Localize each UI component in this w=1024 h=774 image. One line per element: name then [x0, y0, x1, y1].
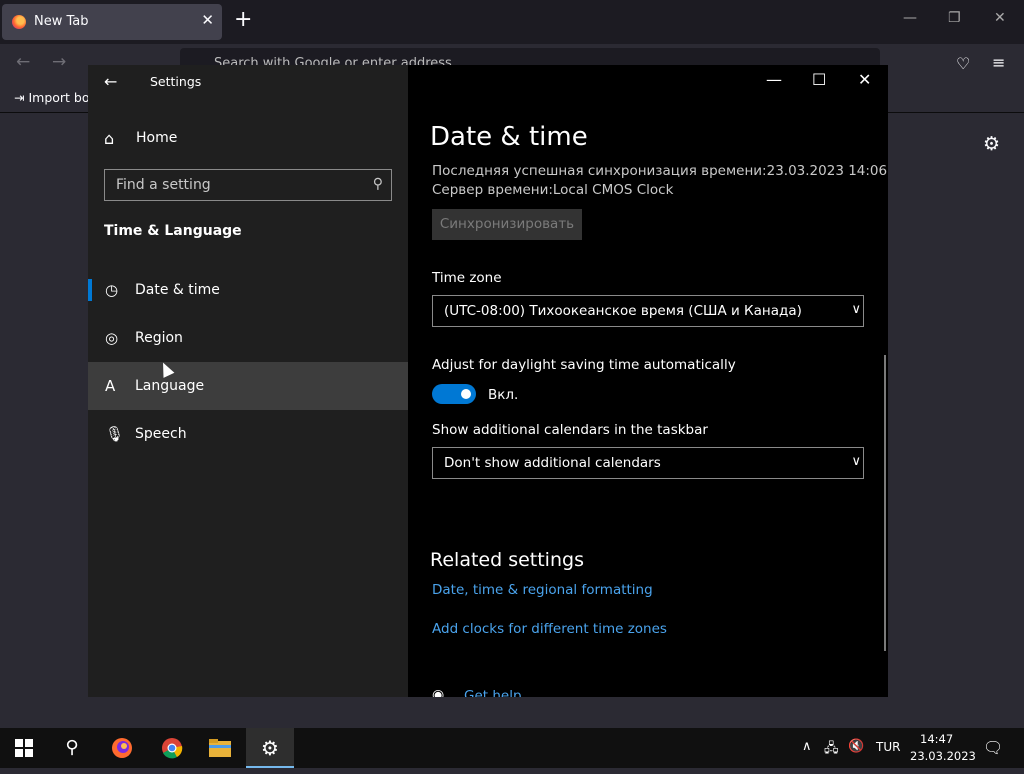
taskbar: ⚲ ⚙ ∧ 🖧 🔇 TUR 14:47 23.03.2023 🗨 — [0, 728, 1024, 768]
browser-tab-title: New Tab — [34, 14, 89, 29]
volume-muted-icon[interactable]: 🔇 — [848, 739, 864, 754]
taskbar-firefox[interactable] — [98, 728, 146, 768]
help-chat-icon: ◉ — [432, 687, 445, 697]
browser-back-icon[interactable]: ← — [16, 52, 30, 72]
calendars-dropdown[interactable]: Don't show additional calendars ∨ — [432, 447, 864, 479]
regional-formatting-link[interactable]: Date, time & regional formatting — [432, 582, 653, 598]
page-title: Date & time — [430, 122, 588, 152]
calendars-label: Show additional calendars in the taskbar — [432, 422, 708, 438]
chevron-down-icon: ∨ — [851, 454, 861, 469]
time-server-text: Сервер времени:Local CMOS Clock — [432, 182, 674, 198]
browser-tab-bar: New Tab ✕ + — ❐ ✕ — [0, 0, 1024, 44]
gear-icon: ⚙ — [261, 736, 279, 760]
taskbar-settings[interactable]: ⚙ — [246, 728, 294, 768]
windows-logo-icon — [15, 739, 33, 757]
settings-search-input[interactable]: Find a setting ⚲ — [104, 169, 392, 201]
sidebar-item-label: Region — [135, 330, 183, 346]
timezone-dropdown[interactable]: (UTC-08:00) Тихоокеанское время (США и К… — [432, 295, 864, 327]
import-bookmarks-label: Import bo — [28, 90, 90, 105]
tab-close-icon[interactable]: ✕ — [201, 11, 214, 29]
pocket-icon[interactable]: ♡ — [956, 54, 970, 73]
sidebar-item-speech[interactable]: 🎙 Speech — [88, 410, 408, 458]
sidebar-item-home[interactable]: ⌂ Home — [88, 121, 408, 155]
sidebar-item-label: Date & time — [135, 282, 220, 298]
firefox-icon — [112, 738, 132, 758]
language-icon: A — [105, 377, 116, 395]
dst-toggle[interactable] — [432, 384, 476, 404]
get-help-label: Get help — [464, 688, 522, 697]
folder-icon — [209, 739, 231, 757]
chrome-icon — [162, 738, 183, 759]
browser-menu-icon[interactable]: ≡ — [992, 53, 1005, 72]
home-icon: ⌂ — [104, 129, 115, 148]
selection-indicator — [88, 279, 92, 301]
calendars-value: Don't show additional calendars — [444, 455, 661, 471]
tray-chevron-icon[interactable]: ∧ — [802, 739, 812, 754]
maximize-button[interactable]: ☐ — [812, 70, 826, 89]
import-bookmarks-button[interactable]: ⇥ Import bo — [14, 90, 90, 105]
sidebar-item-date-time[interactable]: ◷ Date & time — [88, 266, 408, 314]
microphone-icon: 🎙 — [105, 425, 125, 443]
calendar-clock-icon: ◷ — [105, 281, 119, 299]
sidebar-item-region[interactable]: ◎ Region — [88, 314, 408, 362]
sync-now-button[interactable]: Синхронизировать — [432, 209, 582, 240]
browser-restore-button[interactable]: ❐ — [948, 10, 961, 26]
timezone-label: Time zone — [432, 270, 502, 286]
additional-clocks-link[interactable]: Add clocks for different time zones — [432, 621, 667, 637]
last-sync-text: Последняя успешная синхронизация времени… — [432, 163, 888, 179]
dst-label: Adjust for daylight saving time automati… — [432, 357, 736, 373]
settings-content: — ☐ ✕ Date & time Последняя успешная син… — [408, 65, 888, 697]
sidebar-item-label: Home — [136, 130, 178, 146]
taskbar-chrome[interactable] — [148, 728, 196, 768]
browser-tab[interactable]: New Tab ✕ — [2, 4, 222, 40]
taskbar-file-explorer[interactable] — [196, 728, 244, 768]
browser-forward-icon[interactable]: → — [52, 52, 66, 72]
chevron-down-icon: ∨ — [851, 302, 861, 317]
search-icon: ⚲ — [372, 176, 383, 192]
sidebar-item-label: Speech — [135, 426, 187, 442]
dst-toggle-state: Вкл. — [488, 387, 519, 403]
language-indicator[interactable]: TUR — [876, 740, 900, 754]
page-settings-gear-icon[interactable]: ⚙ — [983, 133, 1000, 155]
notification-icon[interactable]: 🗨 — [983, 738, 1003, 757]
search-icon: ⚲ — [65, 737, 79, 758]
toggle-knob — [461, 389, 471, 399]
window-title: Settings — [150, 74, 202, 89]
firefox-favicon-icon — [12, 15, 26, 29]
start-button[interactable] — [0, 728, 48, 768]
settings-window: ← Settings ⌂ Home Find a setting ⚲ Time … — [88, 65, 888, 697]
browser-close-button[interactable]: ✕ — [994, 10, 1006, 26]
new-tab-button[interactable]: + — [234, 7, 252, 32]
globe-icon: ◎ — [105, 329, 119, 347]
clock-date[interactable]: 23.03.2023 — [910, 749, 976, 763]
section-heading: Time & Language — [104, 223, 242, 239]
back-arrow-icon[interactable]: ← — [104, 72, 117, 91]
browser-minimize-button[interactable]: — — [903, 10, 917, 26]
close-button[interactable]: ✕ — [858, 70, 871, 89]
minimize-button[interactable]: — — [766, 70, 782, 89]
sidebar-item-label: Language — [135, 378, 205, 394]
settings-sidebar: ← Settings ⌂ Home Find a setting ⚲ Time … — [88, 65, 408, 697]
related-settings-heading: Related settings — [430, 549, 584, 571]
timezone-value: (UTC-08:00) Тихоокеанское время (США и К… — [444, 303, 802, 319]
scrollbar[interactable] — [884, 355, 886, 651]
sidebar-item-language[interactable]: A Language — [88, 362, 408, 410]
network-icon[interactable]: 🖧 — [824, 739, 839, 761]
taskbar-search-button[interactable]: ⚲ — [48, 728, 96, 768]
clock-time[interactable]: 14:47 — [920, 732, 953, 746]
search-placeholder: Find a setting — [116, 177, 211, 193]
